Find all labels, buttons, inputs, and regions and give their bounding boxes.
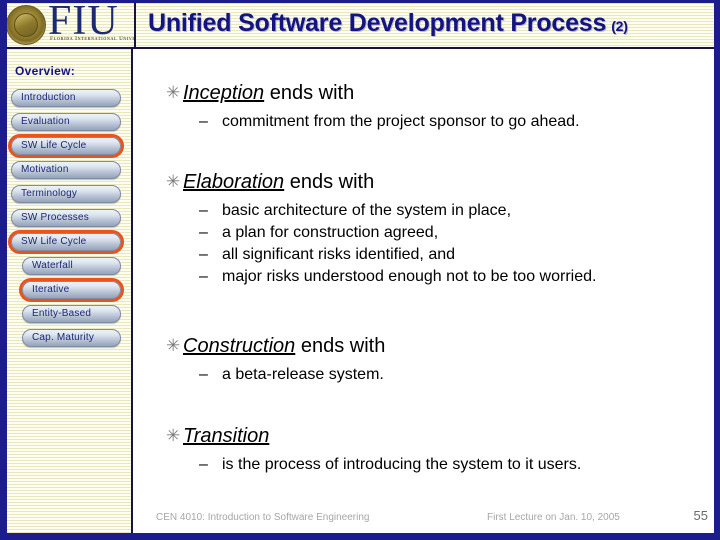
sidebar-button[interactable]: Iterative [22,281,121,299]
sub-bullet-text: basic architecture of the system in plac… [222,202,512,219]
sub-bullet-text: all significant risks identified, and [222,246,456,263]
slide-frame-left [0,0,7,540]
asterisk-bullet-icon: ✳ [166,83,181,103]
bullet-text: Inception ends with [183,81,714,105]
bullet-text: Transition [183,424,714,448]
sub-bullet-item: – basic architecture of the system in pla… [135,200,714,222]
bullet-item: ✳ Inception ends with [135,81,714,111]
bullet-item: ✳ Elaboration ends with [135,170,714,200]
slide-header: FIU Florida International University Uni… [3,3,717,49]
asterisk-bullet-icon: ✳ [166,336,181,356]
sidebar-item-motivation[interactable]: Motivation [3,161,133,179]
asterisk-bullet-icon: ✳ [166,426,181,446]
slide-footer: CEN 4010: Introduction to Software Engin… [135,508,714,528]
sidebar-item-introduction[interactable]: Introduction [3,89,133,107]
sidebar-item-sw-life-cycle[interactable]: SW Life Cycle [3,134,133,158]
sidebar-button[interactable]: Cap. Maturity [22,329,121,347]
slide-content: ✳ Inception ends with – commitment from the… [135,49,714,533]
sidebar-item-label: Waterfall [32,260,73,271]
sidebar-button[interactable]: Terminology [11,185,121,203]
sidebar-button[interactable]: SW Processes [11,209,121,227]
phase-keyword: Transition [183,425,270,447]
slide-title-container: Unified Software Development Process (2) [136,3,717,47]
sub-bullet-text: commitment from the project sponsor to g… [222,113,580,130]
slide-frame-right [714,0,720,540]
sub-bullet-item: – a beta-release system. [135,364,714,386]
dash-bullet-icon: – [199,202,208,219]
university-logo: FIU Florida International University [3,3,136,47]
sidebar-item-label: Evaluation [21,116,70,127]
sidebar-item-iterative[interactable]: Iterative [3,278,133,302]
sidebar-item-label: SW Life Cycle [21,236,87,247]
phase-keyword: Elaboration [183,171,285,193]
asterisk-bullet-icon: ✳ [166,172,181,192]
sidebar-item-label: Terminology [21,188,78,199]
sidebar-button[interactable]: Motivation [11,161,121,179]
sidebar-button[interactable]: Waterfall [22,257,121,275]
slide-frame-bottom [0,533,720,540]
dash-bullet-icon: – [199,224,208,241]
dash-bullet-icon: – [199,268,208,285]
sidebar-item-label: Entity-Based [32,308,92,319]
bullet-block: ✳ Inception ends with – commitment from the… [135,81,714,133]
dash-bullet-icon: – [199,246,208,263]
phase-keyword: Inception [183,82,265,104]
sidebar-item-label: Motivation [21,164,69,175]
dash-bullet-icon: – [199,366,208,383]
slide: FIU Florida International University Uni… [0,0,720,540]
sidebar-item-sw-life-cycle[interactable]: SW Life Cycle [3,230,133,254]
sidebar-item-label: SW Processes [21,212,89,223]
sub-bullet-item: – is the process of introducing the syste… [135,454,714,476]
bullet-item: ✳ Transition [135,424,714,454]
sidebar-heading: Overview: [15,64,76,78]
sidebar-button[interactable]: SW Life Cycle [11,137,121,155]
sub-bullet-item: – major risks understood enough not to be… [135,266,714,288]
bullet-text-rest: ends with [284,171,375,193]
sidebar-button[interactable]: Entity-Based [22,305,121,323]
sidebar-item-cap-maturity[interactable]: Cap. Maturity [3,329,133,347]
sidebar-item-evaluation[interactable]: Evaluation [3,113,133,131]
sidebar-item-label: SW Life Cycle [21,140,87,151]
page-number: 55 [693,508,708,523]
bullet-block: ✳ Elaboration ends with – basic architectur… [135,170,714,288]
sidebar-item-label: Iterative [32,284,70,295]
fiu-university-subtitle: Florida International University [50,37,136,42]
footer-course-label: CEN 4010: Introduction to Software Engin… [156,512,370,523]
sub-bullet-text: is the process of introducing the system… [222,456,582,473]
sidebar-item-entity-based[interactable]: Entity-Based [3,305,133,323]
sidebar-item-terminology[interactable]: Terminology [3,185,133,203]
bullet-block: ✳ Construction ends with – a beta-release s… [135,334,714,386]
sidebar-item-label: Cap. Maturity [32,332,95,343]
sub-bullet-text: a beta-release system. [222,366,384,383]
sub-bullet-text: a plan for construction agreed, [222,224,439,241]
sidebar: Overview: Introduction Evaluation SW Life … [3,49,133,533]
sub-bullet-item: – all significant risks identified, and [135,244,714,266]
sidebar-item-label: Introduction [21,92,76,103]
bullet-text: Construction ends with [183,334,714,358]
sidebar-button[interactable]: Evaluation [11,113,121,131]
dash-bullet-icon: – [199,456,208,473]
phase-keyword: Construction [183,335,296,357]
sub-bullet-item: – commitment from the project sponsor to … [135,111,714,133]
bullet-block: ✳ Transition – is the process of introducin… [135,424,714,476]
bullet-text-rest: ends with [264,82,355,104]
footer-lecture-label: First Lecture on Jan. 10, 2005 [487,512,620,523]
sidebar-button[interactable]: SW Life Cycle [11,233,121,251]
bullet-item: ✳ Construction ends with [135,334,714,364]
sidebar-item-waterfall[interactable]: Waterfall [3,257,133,275]
bullet-text: Elaboration ends with [183,170,714,194]
sidebar-item-sw-processes[interactable]: SW Processes [3,209,133,227]
sub-bullet-text: major risks understood enough not to be … [222,268,597,285]
slide-frame-top [0,0,720,3]
bullet-text-rest: ends with [295,335,386,357]
sub-bullet-item: – a plan for construction agreed, [135,222,714,244]
page-title: Unified Software Development Process (2) [148,9,628,38]
dash-bullet-icon: – [199,113,208,130]
page-title-text: Unified Software Development Process [148,9,607,37]
sidebar-nav-list: Introduction Evaluation SW Life Cycle Motiv… [3,89,133,353]
sidebar-button[interactable]: Introduction [11,89,121,107]
page-title-suffix: (2) [611,18,628,34]
fiu-seal-icon [6,5,46,45]
